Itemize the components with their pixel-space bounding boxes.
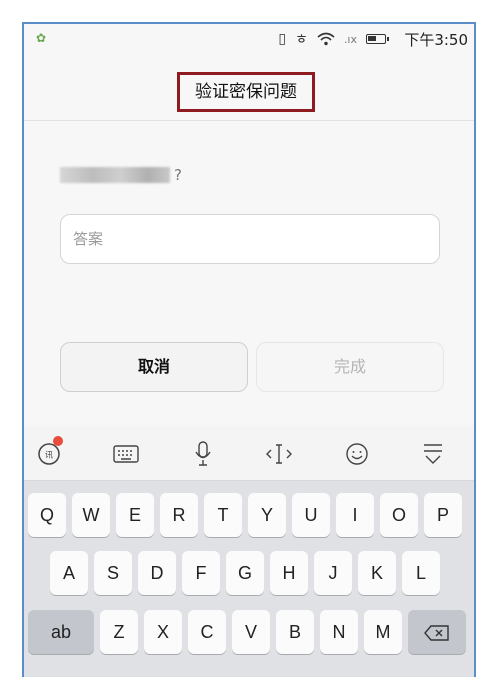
cancel-button[interactable]: 取消	[60, 342, 248, 392]
page-title: 验证密保问题	[177, 72, 315, 112]
key-j[interactable]: J	[314, 551, 352, 595]
done-button[interactable]: 完成	[256, 342, 444, 392]
emoji-icon[interactable]	[342, 439, 372, 469]
microphone-icon[interactable]	[188, 439, 218, 469]
key-k[interactable]: K	[358, 551, 396, 595]
notification-dot	[53, 436, 63, 446]
vibrate-icon: ▯	[278, 31, 287, 47]
keyboard-toolbar: 讯	[24, 426, 474, 481]
key-a[interactable]: A	[50, 551, 88, 595]
key-e[interactable]: E	[116, 493, 154, 537]
keyboard: 讯 Q W E R T Y U I O P A S D F G H J K L …	[24, 426, 474, 677]
question-mark: ?	[174, 166, 182, 184]
key-r[interactable]: R	[160, 493, 198, 537]
key-l[interactable]: L	[402, 551, 440, 595]
backspace-key[interactable]	[408, 610, 466, 654]
phone-screen: ✿ ▯ ㅎ .ıx 下午3:50 验证密保问题 ? 取消 完成 讯	[22, 22, 476, 677]
key-p[interactable]: P	[424, 493, 462, 537]
collapse-icon[interactable]	[418, 439, 448, 469]
eye-icon: ㅎ	[295, 32, 308, 48]
no-signal-icon: .ıx	[343, 32, 357, 46]
status-bar: ✿ ▯ ㅎ .ıx 下午3:50	[24, 24, 474, 54]
key-g[interactable]: G	[226, 551, 264, 595]
key-c[interactable]: C	[188, 610, 226, 654]
header: 验证密保问题	[24, 54, 474, 120]
key-x[interactable]: X	[144, 610, 182, 654]
key-m[interactable]: M	[364, 610, 402, 654]
key-h[interactable]: H	[270, 551, 308, 595]
status-time: 下午3:50	[404, 31, 468, 49]
battery-icon	[366, 34, 389, 44]
key-v[interactable]: V	[232, 610, 270, 654]
key-d[interactable]: D	[138, 551, 176, 595]
key-z[interactable]: Z	[100, 610, 138, 654]
key-i[interactable]: I	[336, 493, 374, 537]
key-u[interactable]: U	[292, 493, 330, 537]
key-ab[interactable]: ab	[28, 610, 94, 654]
answer-input[interactable]	[60, 214, 440, 264]
header-divider	[24, 120, 474, 121]
key-s[interactable]: S	[94, 551, 132, 595]
security-question: ?	[60, 164, 182, 186]
svg-text:讯: 讯	[45, 451, 53, 460]
key-o[interactable]: O	[380, 493, 418, 537]
app-notification-icon: ✿	[36, 31, 47, 45]
keyboard-icon[interactable]	[111, 439, 141, 469]
key-y[interactable]: Y	[248, 493, 286, 537]
backspace-icon	[424, 625, 449, 641]
key-q[interactable]: Q	[28, 493, 66, 537]
cursor-icon[interactable]	[264, 439, 294, 469]
ime-logo-icon[interactable]: 讯	[34, 436, 64, 469]
question-text-redacted	[60, 167, 170, 183]
key-f[interactable]: F	[182, 551, 220, 595]
wifi-icon	[317, 32, 335, 46]
key-n[interactable]: N	[320, 610, 358, 654]
key-b[interactable]: B	[276, 610, 314, 654]
key-t[interactable]: T	[204, 493, 242, 537]
key-w[interactable]: W	[72, 493, 110, 537]
